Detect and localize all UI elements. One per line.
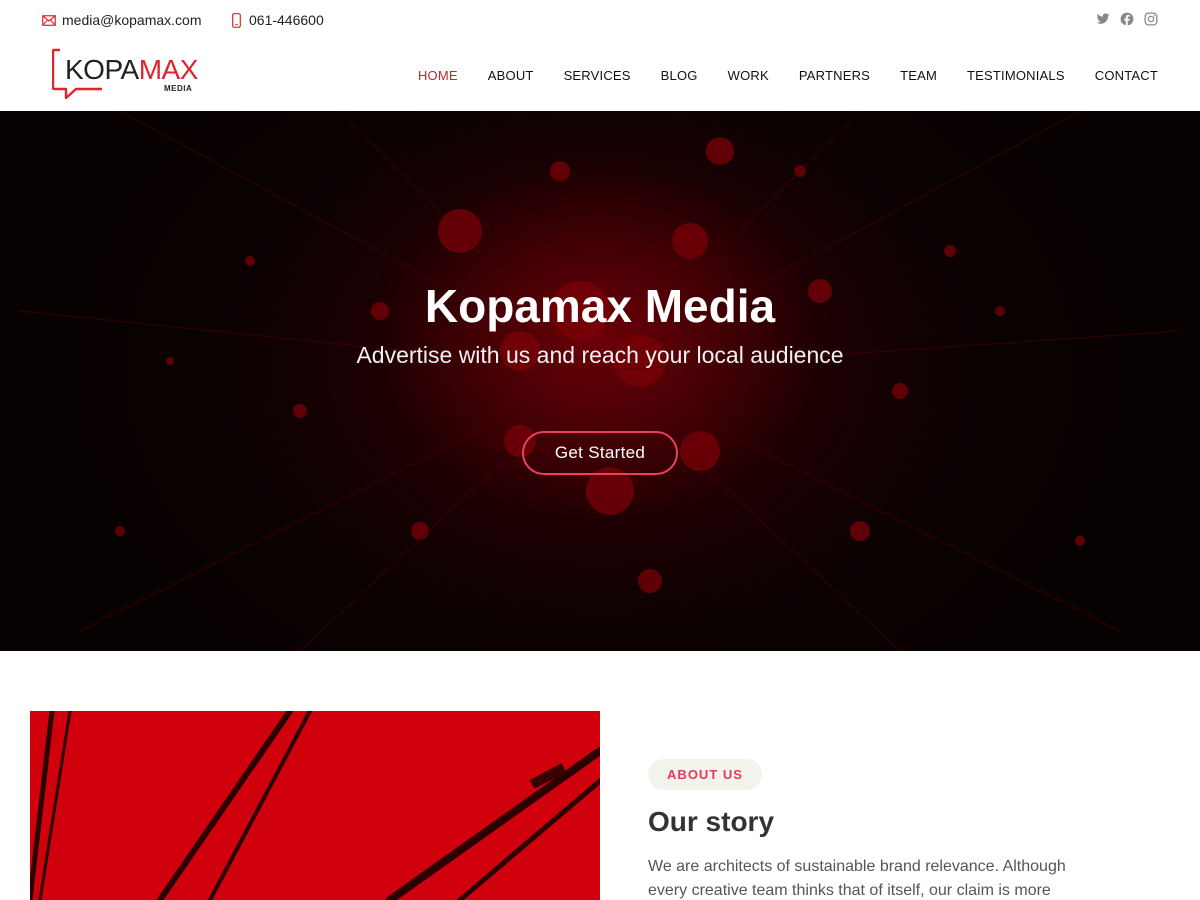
nav-team[interactable]: TEAM <box>900 68 937 83</box>
twitter-icon[interactable] <box>1096 12 1110 26</box>
envelope-icon <box>42 14 56 26</box>
nav-contact[interactable]: CONTACT <box>1095 68 1158 83</box>
social-links <box>1096 12 1158 26</box>
hero-title: Kopamax Media <box>424 280 776 332</box>
logo[interactable]: KOPAMAX MEDIA <box>52 48 202 104</box>
phone-text: 061-446600 <box>249 12 324 28</box>
site-header: KOPAMAX MEDIA HOME ABOUT SERVICES BLOG W… <box>0 42 1200 111</box>
about-us-badge: ABOUT US <box>648 759 762 790</box>
instagram-icon[interactable] <box>1144 12 1158 26</box>
about-image <box>30 711 600 900</box>
nav-work[interactable]: WORK <box>728 68 769 83</box>
hero-subtitle: Advertise with us and reach your local a… <box>356 342 844 368</box>
facebook-icon[interactable] <box>1120 12 1134 26</box>
get-started-button[interactable]: Get Started <box>522 431 678 475</box>
contact-phone[interactable]: 061-446600 <box>232 12 324 28</box>
about-title: Our story <box>648 806 775 837</box>
nav-services[interactable]: SERVICES <box>564 68 631 83</box>
logo-subtitle: MEDIA <box>164 84 193 93</box>
nav-blog[interactable]: BLOG <box>661 68 698 83</box>
main-nav: HOME ABOUT SERVICES BLOG WORK PARTNERS T… <box>418 68 1158 83</box>
phone-icon <box>232 12 241 28</box>
about-paragraph: We are architects of sustainable brand r… <box>648 858 1066 899</box>
nav-testimonials[interactable]: TESTIMONIALS <box>967 68 1065 83</box>
umbrella-ribs-image <box>30 711 600 900</box>
top-bar: media@kopamax.com 061-446600 <box>0 0 1200 42</box>
nav-about[interactable]: ABOUT <box>488 68 534 83</box>
hero-section: Kopamax Media Advertise with us and reac… <box>0 111 1200 651</box>
logo-wordmark: KOPAMAX <box>65 54 198 85</box>
hero-background-splatter <box>19 111 1181 651</box>
nav-home[interactable]: HOME <box>418 68 458 83</box>
nav-partners[interactable]: PARTNERS <box>799 68 870 83</box>
contact-email[interactable]: media@kopamax.com <box>42 12 202 28</box>
email-text: media@kopamax.com <box>62 12 202 28</box>
